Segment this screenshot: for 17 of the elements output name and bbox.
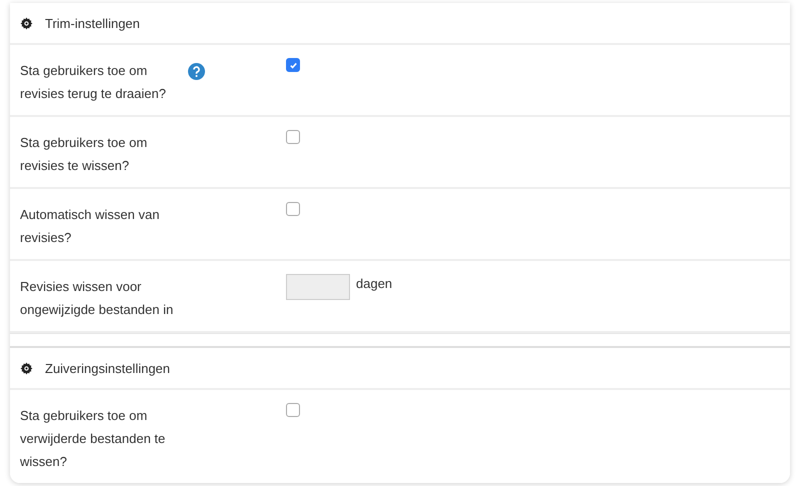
section-title: Trim-instellingen — [45, 16, 140, 30]
setting-label: Automatisch wissen van revisies? — [20, 206, 160, 247]
days-input-field[interactable] — [286, 274, 350, 300]
help-icon[interactable] — [188, 63, 205, 80]
gear-icon — [20, 16, 33, 30]
setting-label: Sta gebruikers toe om verwijderde bestanden te wissen? — [20, 407, 166, 471]
checkbox[interactable] — [286, 130, 300, 144]
checkbox[interactable] — [286, 58, 300, 72]
unit-label: dagen — [356, 275, 392, 293]
setting-label: Sta gebruikers toe om revisies te wissen? — [20, 134, 148, 175]
setting-label: Sta gebruikers toe om revisies terug te draaien? — [20, 62, 167, 103]
setting-label: Revisies wissen voor ongewijzigde bestanden in — [20, 278, 174, 319]
checkmark-icon — [288, 60, 298, 70]
section-title: Zuiveringsinstellingen — [45, 360, 170, 376]
gear-icon — [20, 362, 33, 374]
checkbox[interactable] — [286, 403, 300, 417]
checkbox[interactable] — [286, 202, 300, 216]
